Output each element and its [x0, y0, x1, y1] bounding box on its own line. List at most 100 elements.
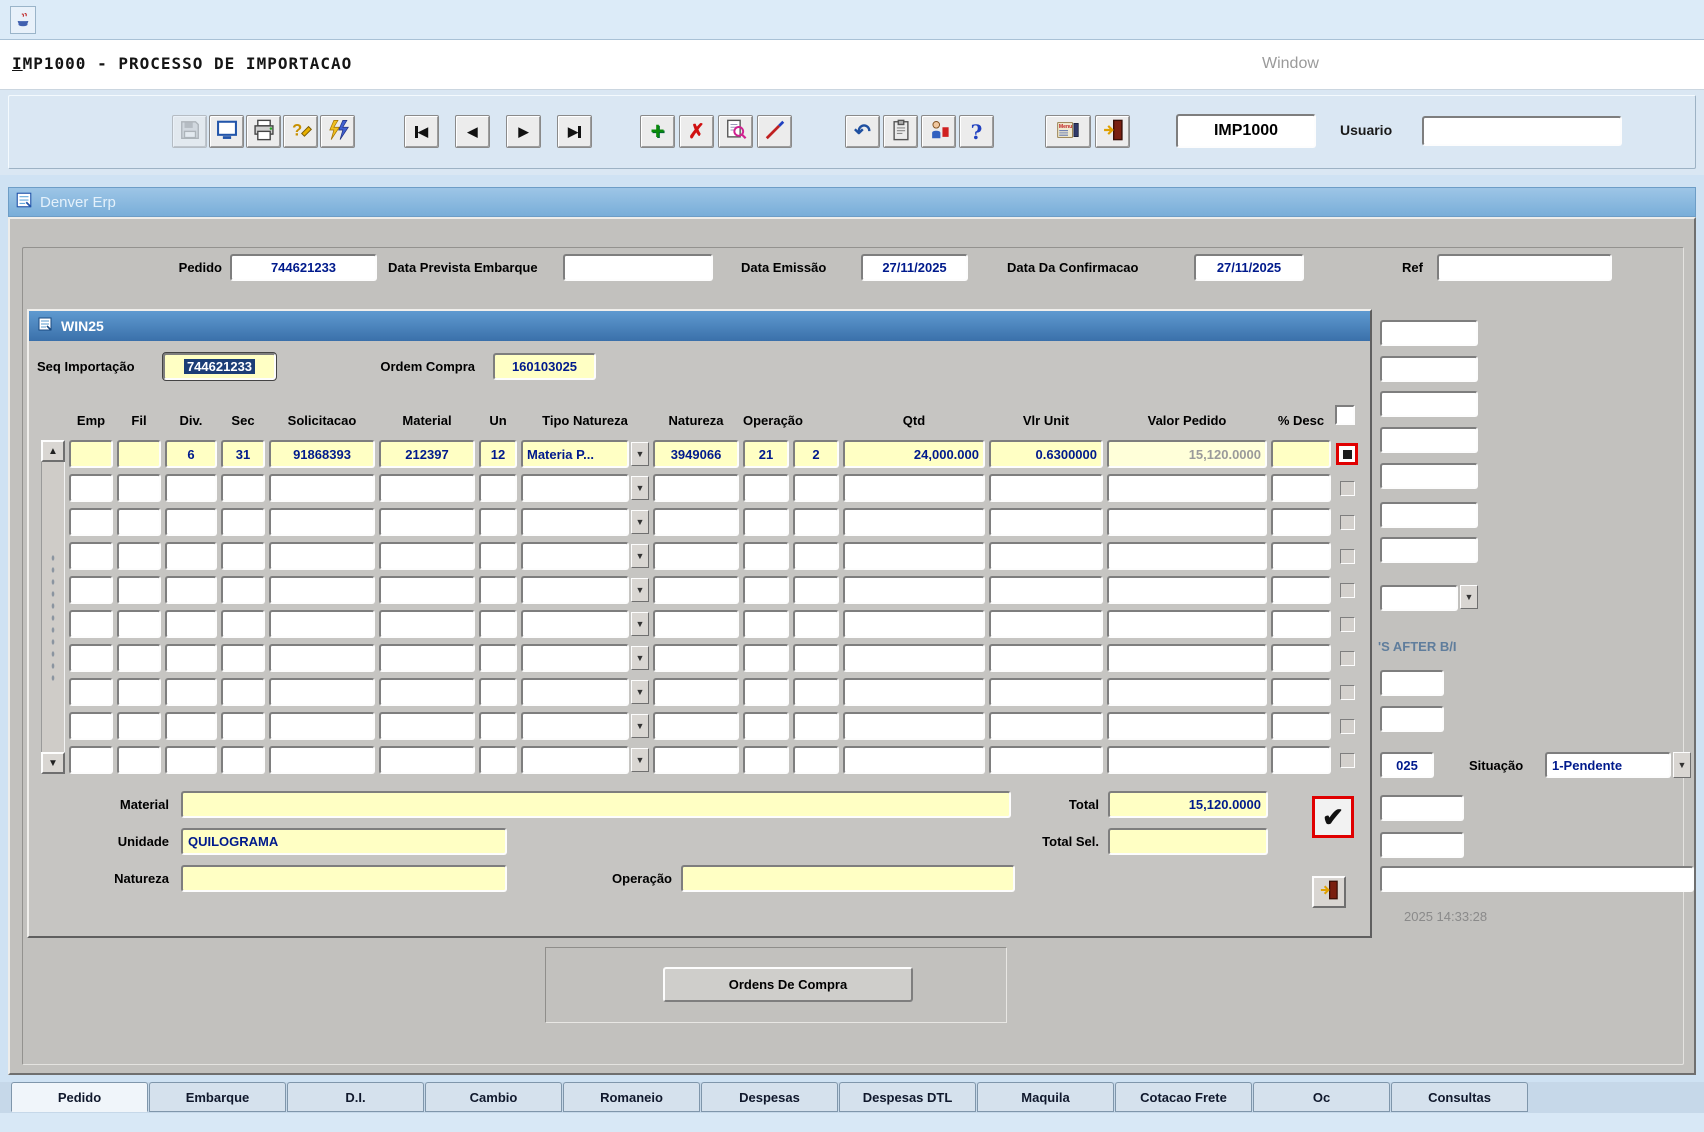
tab-cambio[interactable]: Cambio: [425, 1082, 562, 1112]
row-checkbox[interactable]: [1340, 753, 1355, 768]
chevron-down-icon[interactable]: ▼: [631, 612, 649, 636]
situacao-dropdown[interactable]: 1-Pendente ▼: [1545, 752, 1691, 778]
cell-material[interactable]: [379, 746, 475, 774]
chevron-down-icon[interactable]: ▼: [631, 544, 649, 568]
cell-fil[interactable]: [117, 644, 161, 672]
cell-fil[interactable]: [117, 474, 161, 502]
cell-material[interactable]: [379, 712, 475, 740]
cell-natureza[interactable]: [653, 678, 739, 706]
cell-vlr-unit[interactable]: [989, 678, 1103, 706]
ref-field[interactable]: [1437, 254, 1612, 281]
cell-operacao-1[interactable]: [743, 610, 789, 638]
operacao-field[interactable]: [681, 865, 1015, 892]
tipo-natureza-field[interactable]: [521, 542, 629, 570]
cancel-query-button[interactable]: [757, 115, 792, 148]
seq-importacao-field[interactable]: 744621233: [163, 353, 276, 380]
cell-emp[interactable]: [69, 440, 113, 468]
cell-material[interactable]: [379, 508, 475, 536]
cell-material[interactable]: [379, 610, 475, 638]
situacao-value[interactable]: 1-Pendente: [1545, 752, 1671, 778]
tab-consultas[interactable]: Consultas: [1391, 1082, 1528, 1112]
exit-button[interactable]: [1095, 115, 1130, 148]
execute-lightning-button[interactable]: [320, 115, 355, 148]
cell-material[interactable]: [379, 576, 475, 604]
cell-natureza[interactable]: [653, 746, 739, 774]
cell-emp[interactable]: [69, 542, 113, 570]
cell-div[interactable]: [165, 712, 217, 740]
cell-qtd[interactable]: [843, 474, 985, 502]
cell-qtd[interactable]: [843, 508, 985, 536]
cell-operacao-1[interactable]: [743, 678, 789, 706]
cell-desc[interactable]: [1271, 610, 1331, 638]
cell-material[interactable]: [379, 678, 475, 706]
row-checkbox[interactable]: [1340, 651, 1355, 666]
cell-vlr-unit[interactable]: [989, 746, 1103, 774]
select-all-checkbox[interactable]: [1335, 405, 1355, 425]
cell-sec[interactable]: [221, 644, 265, 672]
module-code-field[interactable]: IMP1000: [1176, 114, 1316, 148]
cell-div[interactable]: [165, 474, 217, 502]
cell-operacao-2[interactable]: [793, 712, 839, 740]
cell-natureza[interactable]: [653, 576, 739, 604]
cell-emp[interactable]: [69, 678, 113, 706]
cell-vlr-unit[interactable]: [989, 610, 1103, 638]
chevron-down-icon[interactable]: ▼: [1673, 752, 1691, 778]
chevron-down-icon[interactable]: ▼: [631, 442, 649, 466]
bg-dropdown-field[interactable]: [1380, 585, 1458, 611]
cell-emp[interactable]: [69, 474, 113, 502]
chevron-down-icon[interactable]: ▼: [631, 510, 649, 534]
cell-sec[interactable]: [221, 746, 265, 774]
scroll-up-button[interactable]: ▲: [41, 440, 65, 462]
cell-qtd[interactable]: [843, 542, 985, 570]
chevron-down-icon[interactable]: ▼: [631, 476, 649, 500]
cell-material[interactable]: [379, 644, 475, 672]
cell-sec[interactable]: [221, 542, 265, 570]
unidade-field[interactable]: QUILOGRAMA: [181, 828, 507, 855]
cell-vlr-unit[interactable]: [989, 644, 1103, 672]
cell-emp[interactable]: [69, 610, 113, 638]
ok-hand-button[interactable]: [921, 115, 956, 148]
cell-solicitacao[interactable]: [269, 508, 375, 536]
cell-solicitacao[interactable]: [269, 712, 375, 740]
cell-sec[interactable]: [221, 610, 265, 638]
cell-desc[interactable]: [1271, 746, 1331, 774]
save-button[interactable]: [172, 115, 207, 148]
cell-sec[interactable]: [221, 474, 265, 502]
tipo-natureza-field[interactable]: [521, 474, 629, 502]
cell-emp[interactable]: [69, 712, 113, 740]
clipboard-button[interactable]: [883, 115, 918, 148]
tipo-natureza-field[interactable]: [521, 678, 629, 706]
cell-emp[interactable]: [69, 576, 113, 604]
cell-vlr-unit[interactable]: 0.6300000: [989, 440, 1103, 468]
cell-solicitacao[interactable]: [269, 474, 375, 502]
bg-field[interactable]: [1380, 427, 1478, 453]
undo-button[interactable]: ↶: [845, 115, 880, 148]
cell-operacao-2[interactable]: [793, 678, 839, 706]
bg-field[interactable]: [1380, 706, 1444, 732]
display-button[interactable]: [209, 115, 244, 148]
natureza-field[interactable]: [181, 865, 507, 892]
tipo-natureza-field[interactable]: [521, 508, 629, 536]
tab-despesas-dtl[interactable]: Despesas DTL: [839, 1082, 976, 1112]
tipo-natureza-field[interactable]: Materia P...: [521, 440, 629, 468]
window-menu-item[interactable]: Window: [1262, 55, 1319, 73]
cell-natureza[interactable]: [653, 644, 739, 672]
cell-fil[interactable]: [117, 576, 161, 604]
cell-material[interactable]: [379, 542, 475, 570]
chevron-down-icon[interactable]: ▼: [631, 578, 649, 602]
tipo-natureza-field[interactable]: [521, 746, 629, 774]
cell-material[interactable]: [379, 474, 475, 502]
cell-un[interactable]: [479, 712, 517, 740]
cell-sec[interactable]: [221, 678, 265, 706]
row-checkbox-checked[interactable]: [1336, 443, 1358, 465]
cell-emp[interactable]: [69, 508, 113, 536]
cell-desc[interactable]: [1271, 712, 1331, 740]
tab-pedido[interactable]: Pedido: [11, 1082, 148, 1112]
tab-embarque[interactable]: Embarque: [149, 1082, 286, 1112]
tab-oc[interactable]: Oc: [1253, 1082, 1390, 1112]
cell-un[interactable]: [479, 508, 517, 536]
tab-despesas[interactable]: Despesas: [701, 1082, 838, 1112]
tab-romaneio[interactable]: Romaneio: [563, 1082, 700, 1112]
cell-desc[interactable]: [1271, 644, 1331, 672]
cell-un[interactable]: [479, 542, 517, 570]
